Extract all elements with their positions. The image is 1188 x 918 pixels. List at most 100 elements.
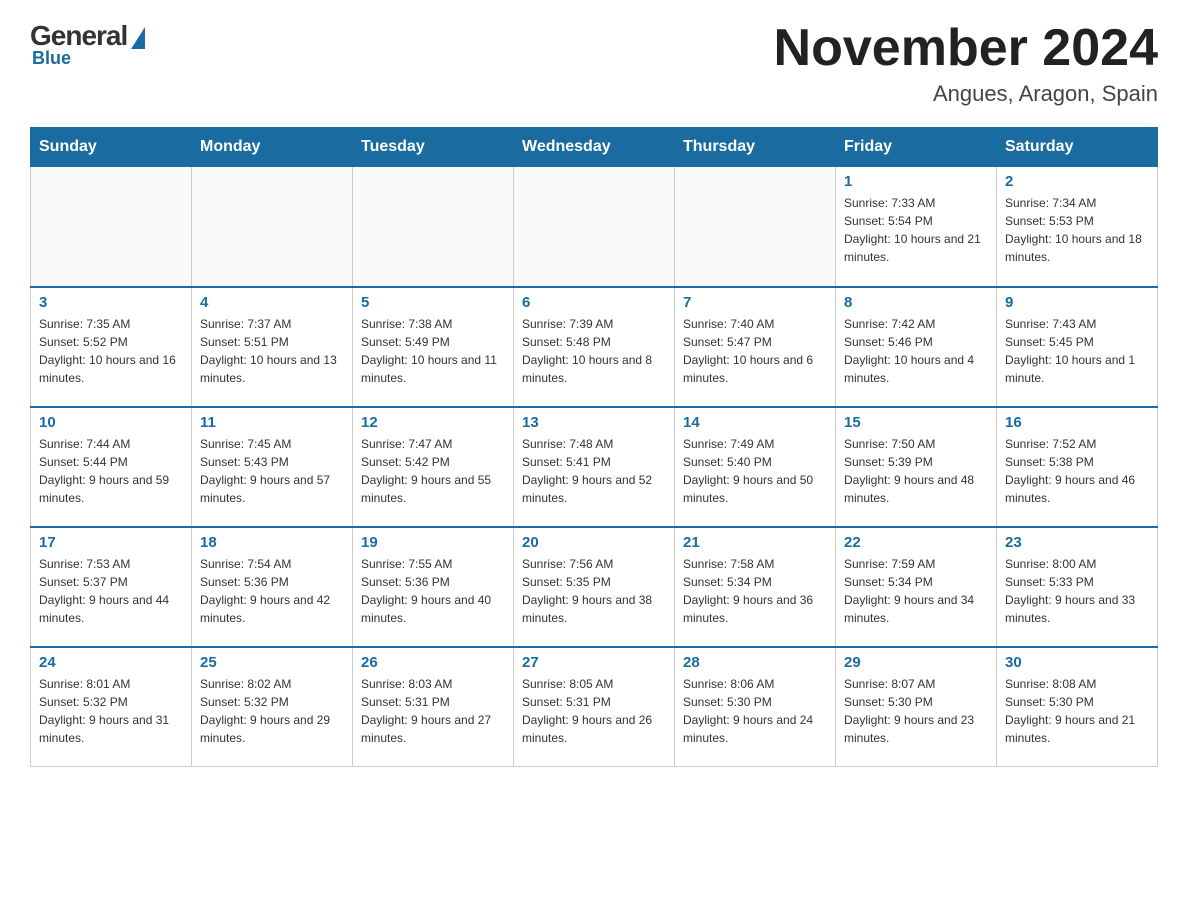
sun-info: Sunrise: 7:35 AMSunset: 5:52 PMDaylight:…	[39, 315, 183, 387]
sun-info: Sunrise: 7:53 AMSunset: 5:37 PMDaylight:…	[39, 555, 183, 627]
table-row: 16 Sunrise: 7:52 AMSunset: 5:38 PMDayligh…	[997, 407, 1158, 527]
table-row: 30 Sunrise: 8:08 AMSunset: 5:30 PMDayligh…	[997, 647, 1158, 767]
table-row: 25 Sunrise: 8:02 AMSunset: 5:32 PMDayligh…	[192, 647, 353, 767]
table-row: 12 Sunrise: 7:47 AMSunset: 5:42 PMDayligh…	[353, 407, 514, 527]
table-row: 1 Sunrise: 7:33 AMSunset: 5:54 PMDaylight…	[836, 167, 997, 287]
col-tuesday: Tuesday	[353, 128, 514, 167]
sun-info: Sunrise: 7:39 AMSunset: 5:48 PMDaylight:…	[522, 315, 666, 387]
calendar-header-row: Sunday Monday Tuesday Wednesday Thursday…	[31, 128, 1158, 167]
day-number: 24	[39, 654, 183, 671]
day-number: 29	[844, 654, 988, 671]
table-row: 17 Sunrise: 7:53 AMSunset: 5:37 PMDayligh…	[31, 527, 192, 647]
day-number: 4	[200, 294, 344, 311]
table-row: 6Sunrise: 7:39 AMSunset: 5:48 PMDaylight…	[514, 287, 675, 407]
day-number: 2	[1005, 173, 1149, 190]
day-number: 13	[522, 414, 666, 431]
table-row: 27 Sunrise: 8:05 AMSunset: 5:31 PMDayligh…	[514, 647, 675, 767]
sun-info: Sunrise: 7:56 AMSunset: 5:35 PMDaylight:…	[522, 555, 666, 627]
table-row: 15 Sunrise: 7:50 AMSunset: 5:39 PMDayligh…	[836, 407, 997, 527]
day-number: 18	[200, 534, 344, 551]
sun-info: Sunrise: 8:00 AMSunset: 5:33 PMDaylight:…	[1005, 555, 1149, 627]
table-row	[192, 167, 353, 287]
table-row	[31, 167, 192, 287]
page-header: General Blue November 2024 Angues, Arago…	[30, 20, 1158, 107]
day-number: 16	[1005, 414, 1149, 431]
sun-info: Sunrise: 8:02 AMSunset: 5:32 PMDaylight:…	[200, 675, 344, 747]
sun-info: Sunrise: 7:54 AMSunset: 5:36 PMDaylight:…	[200, 555, 344, 627]
day-number: 25	[200, 654, 344, 671]
day-number: 15	[844, 414, 988, 431]
sun-info: Sunrise: 7:50 AMSunset: 5:39 PMDaylight:…	[844, 435, 988, 507]
sun-info: Sunrise: 8:05 AMSunset: 5:31 PMDaylight:…	[522, 675, 666, 747]
day-number: 5	[361, 294, 505, 311]
col-wednesday: Wednesday	[514, 128, 675, 167]
table-row	[675, 167, 836, 287]
sun-info: Sunrise: 8:03 AMSunset: 5:31 PMDaylight:…	[361, 675, 505, 747]
day-number: 9	[1005, 294, 1149, 311]
table-row	[353, 167, 514, 287]
table-row: 22 Sunrise: 7:59 AMSunset: 5:34 PMDayligh…	[836, 527, 997, 647]
day-number: 1	[844, 173, 988, 190]
calendar-week-row: 10 Sunrise: 7:44 AMSunset: 5:44 PMDayligh…	[31, 407, 1158, 527]
day-number: 27	[522, 654, 666, 671]
sun-info: Sunrise: 7:48 AMSunset: 5:41 PMDaylight:…	[522, 435, 666, 507]
col-sunday: Sunday	[31, 128, 192, 167]
table-row: 19Sunrise: 7:55 AMSunset: 5:36 PMDayligh…	[353, 527, 514, 647]
col-saturday: Saturday	[997, 128, 1158, 167]
logo-blue-bottom: Blue	[32, 48, 71, 69]
calendar-week-row: 24 Sunrise: 8:01 AMSunset: 5:32 PMDayligh…	[31, 647, 1158, 767]
month-year-title: November 2024	[774, 20, 1158, 77]
sun-info: Sunrise: 7:58 AMSunset: 5:34 PMDaylight:…	[683, 555, 827, 627]
col-thursday: Thursday	[675, 128, 836, 167]
day-number: 23	[1005, 534, 1149, 551]
sun-info: Sunrise: 7:45 AMSunset: 5:43 PMDaylight:…	[200, 435, 344, 507]
sun-info: Sunrise: 8:01 AMSunset: 5:32 PMDaylight:…	[39, 675, 183, 747]
location-subtitle: Angues, Aragon, Spain	[774, 81, 1158, 107]
col-monday: Monday	[192, 128, 353, 167]
table-row: 7Sunrise: 7:40 AMSunset: 5:47 PMDaylight…	[675, 287, 836, 407]
day-number: 11	[200, 414, 344, 431]
col-friday: Friday	[836, 128, 997, 167]
table-row: 9Sunrise: 7:43 AMSunset: 5:45 PMDaylight…	[997, 287, 1158, 407]
day-number: 12	[361, 414, 505, 431]
sun-info: Sunrise: 7:59 AMSunset: 5:34 PMDaylight:…	[844, 555, 988, 627]
table-row: 10 Sunrise: 7:44 AMSunset: 5:44 PMDayligh…	[31, 407, 192, 527]
day-number: 28	[683, 654, 827, 671]
sun-info: Sunrise: 7:33 AMSunset: 5:54 PMDaylight:…	[844, 194, 988, 266]
sun-info: Sunrise: 7:47 AMSunset: 5:42 PMDaylight:…	[361, 435, 505, 507]
table-row: 29 Sunrise: 8:07 AMSunset: 5:30 PMDayligh…	[836, 647, 997, 767]
day-number: 17	[39, 534, 183, 551]
sun-info: Sunrise: 8:07 AMSunset: 5:30 PMDaylight:…	[844, 675, 988, 747]
calendar-week-row: 17 Sunrise: 7:53 AMSunset: 5:37 PMDayligh…	[31, 527, 1158, 647]
sun-info: Sunrise: 7:52 AMSunset: 5:38 PMDaylight:…	[1005, 435, 1149, 507]
table-row: 13 Sunrise: 7:48 AMSunset: 5:41 PMDayligh…	[514, 407, 675, 527]
table-row: 11 Sunrise: 7:45 AMSunset: 5:43 PMDayligh…	[192, 407, 353, 527]
day-number: 30	[1005, 654, 1149, 671]
table-row: 3 Sunrise: 7:35 AMSunset: 5:52 PMDaylight…	[31, 287, 192, 407]
table-row: 18 Sunrise: 7:54 AMSunset: 5:36 PMDayligh…	[192, 527, 353, 647]
day-number: 10	[39, 414, 183, 431]
table-row: 5Sunrise: 7:38 AMSunset: 5:49 PMDaylight…	[353, 287, 514, 407]
sun-info: Sunrise: 7:55 AMSunset: 5:36 PMDaylight:…	[361, 555, 505, 627]
day-number: 21	[683, 534, 827, 551]
table-row: 20Sunrise: 7:56 AMSunset: 5:35 PMDayligh…	[514, 527, 675, 647]
sun-info: Sunrise: 7:40 AMSunset: 5:47 PMDaylight:…	[683, 315, 827, 387]
table-row: 14Sunrise: 7:49 AMSunset: 5:40 PMDayligh…	[675, 407, 836, 527]
sun-info: Sunrise: 7:49 AMSunset: 5:40 PMDaylight:…	[683, 435, 827, 507]
table-row: 4 Sunrise: 7:37 AMSunset: 5:51 PMDaylight…	[192, 287, 353, 407]
sun-info: Sunrise: 8:08 AMSunset: 5:30 PMDaylight:…	[1005, 675, 1149, 747]
calendar-table: Sunday Monday Tuesday Wednesday Thursday…	[30, 127, 1158, 767]
logo: General Blue	[30, 20, 147, 69]
sun-info: Sunrise: 7:44 AMSunset: 5:44 PMDaylight:…	[39, 435, 183, 507]
day-number: 3	[39, 294, 183, 311]
table-row: 23 Sunrise: 8:00 AMSunset: 5:33 PMDayligh…	[997, 527, 1158, 647]
sun-info: Sunrise: 7:42 AMSunset: 5:46 PMDaylight:…	[844, 315, 988, 387]
table-row: 26Sunrise: 8:03 AMSunset: 5:31 PMDayligh…	[353, 647, 514, 767]
table-row: 8 Sunrise: 7:42 AMSunset: 5:46 PMDaylight…	[836, 287, 997, 407]
sun-info: Sunrise: 8:06 AMSunset: 5:30 PMDaylight:…	[683, 675, 827, 747]
calendar-week-row: 3 Sunrise: 7:35 AMSunset: 5:52 PMDaylight…	[31, 287, 1158, 407]
title-block: November 2024 Angues, Aragon, Spain	[774, 20, 1158, 107]
sun-info: Sunrise: 7:37 AMSunset: 5:51 PMDaylight:…	[200, 315, 344, 387]
day-number: 8	[844, 294, 988, 311]
day-number: 22	[844, 534, 988, 551]
